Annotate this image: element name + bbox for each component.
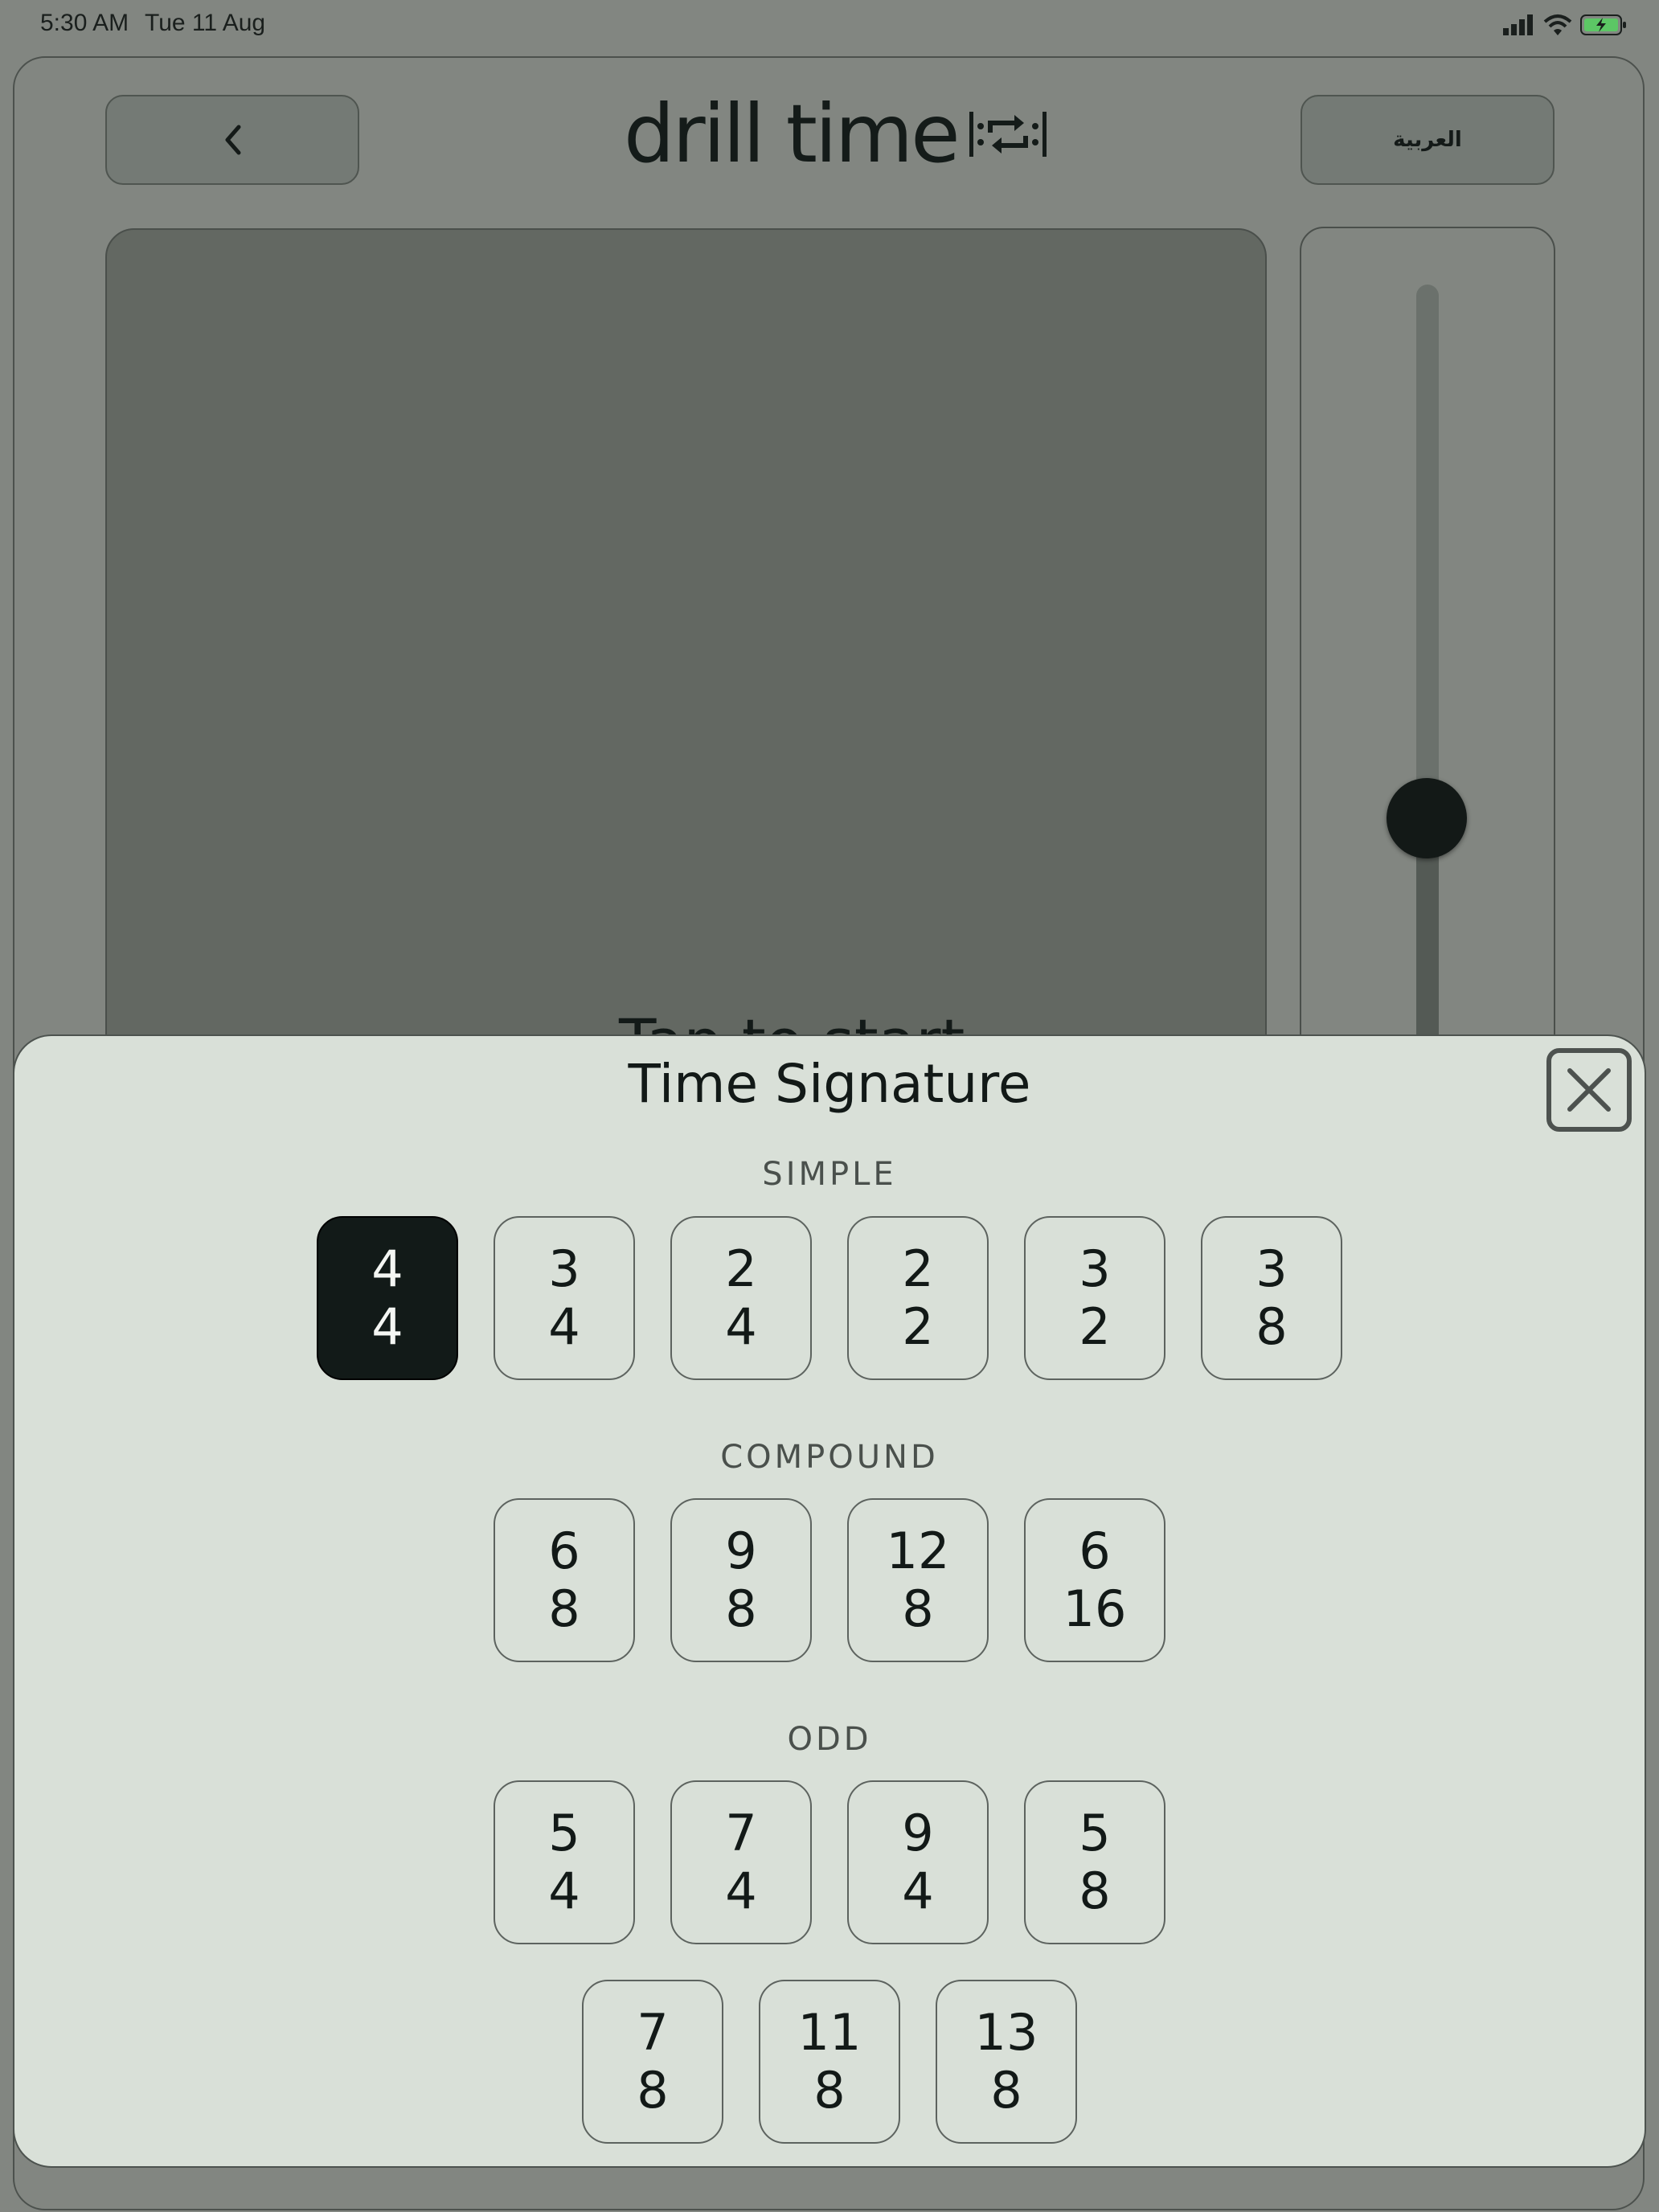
time-signature-11-8-button[interactable]: 11 8 <box>759 1980 900 2144</box>
time-signature-13-8-button[interactable]: 13 8 <box>936 1980 1077 2144</box>
denominator: 8 <box>548 1579 580 1638</box>
denominator: 4 <box>725 1862 757 1920</box>
section-label-simple: SIMPLE <box>762 1156 897 1193</box>
numerator: 3 <box>1079 1239 1111 1298</box>
denominator: 8 <box>990 2061 1022 2120</box>
repeat-bar-icon <box>969 112 1047 157</box>
time-signature-6-8-button[interactable]: 68 <box>494 1498 635 1662</box>
numerator: 7 <box>637 2003 669 2062</box>
denominator: 8 <box>1079 1862 1111 1920</box>
denominator: 4 <box>725 1297 757 1356</box>
numerator: 3 <box>1256 1239 1288 1298</box>
back-button[interactable] <box>105 95 359 185</box>
section-label-odd: ODD <box>787 1721 872 1758</box>
time-signature-3-8-button[interactable]: 38 <box>1201 1216 1342 1380</box>
time-signature-2-2-button[interactable]: 22 <box>847 1216 989 1380</box>
denominator: 16 <box>1063 1579 1127 1638</box>
denominator: 4 <box>548 1297 580 1356</box>
numerator: 6 <box>1079 1522 1111 1580</box>
cellular-signal-icon <box>1503 14 1533 35</box>
time-signature-3-2-button[interactable]: 32 <box>1024 1216 1165 1380</box>
numerator: 2 <box>725 1239 757 1298</box>
time-signature-12-8-button[interactable]: 12 8 <box>847 1498 989 1662</box>
tempo-slider-track-filled[interactable] <box>1416 844 1439 1045</box>
status-date: Tue 11 Aug <box>145 10 266 36</box>
numerator: 13 <box>974 2003 1038 2062</box>
close-button[interactable] <box>1546 1048 1632 1132</box>
time-signature-5-4-button[interactable]: 54 <box>494 1780 635 1944</box>
status-time: 5:30 AM <box>40 10 129 36</box>
language-button[interactable]: العربية <box>1301 95 1555 185</box>
numerator: 7 <box>725 1804 757 1862</box>
time-signature-4-4-button[interactable]: 44 <box>317 1216 458 1380</box>
numerator: 3 <box>548 1239 580 1298</box>
numerator: 5 <box>1079 1804 1111 1862</box>
denominator: 8 <box>902 1579 934 1638</box>
time-signature-6-16-button[interactable]: 6 16 <box>1024 1498 1165 1662</box>
numerator: 9 <box>725 1522 757 1580</box>
denominator: 8 <box>1256 1297 1288 1356</box>
tempo-slider-track[interactable] <box>1416 285 1439 823</box>
time-signature-9-4-button[interactable]: 94 <box>847 1780 989 1944</box>
time-signature-3-4-button[interactable]: 34 <box>494 1216 635 1380</box>
time-signature-2-4-button[interactable]: 24 <box>670 1216 812 1380</box>
app-logo: drill time <box>624 90 1048 178</box>
numerator: 2 <box>902 1239 934 1298</box>
status-bar: 5:30 AM Tue 11 Aug <box>0 0 1659 51</box>
time-signature-7-8-button[interactable]: 78 <box>582 1980 723 2144</box>
denominator: 2 <box>1079 1297 1111 1356</box>
close-icon <box>1567 1068 1611 1112</box>
wifi-icon <box>1543 14 1572 35</box>
numerator: 5 <box>548 1804 580 1862</box>
denominator: 8 <box>637 2061 669 2120</box>
denominator: 4 <box>371 1297 403 1356</box>
tempo-slider-knob[interactable] <box>1387 778 1467 858</box>
denominator: 8 <box>725 1579 757 1638</box>
numerator: 6 <box>548 1522 580 1580</box>
time-signature-5-8-button[interactable]: 58 <box>1024 1780 1165 1944</box>
time-signature-7-4-button[interactable]: 74 <box>670 1780 812 1944</box>
time-signature-9-8-button[interactable]: 98 <box>670 1498 812 1662</box>
denominator: 4 <box>902 1862 934 1920</box>
numerator: 4 <box>371 1239 403 1298</box>
battery-charging-icon <box>1580 14 1626 35</box>
denominator: 4 <box>548 1862 580 1920</box>
numerator: 9 <box>902 1804 934 1862</box>
section-label-compound: COMPOUND <box>720 1439 939 1476</box>
sheet-title: Time Signature <box>628 1053 1031 1115</box>
status-icons <box>1503 13 1627 37</box>
numerator: 11 <box>797 2003 862 2062</box>
chevron-left-icon <box>225 125 241 155</box>
numerator: 12 <box>886 1522 950 1580</box>
denominator: 2 <box>902 1297 934 1356</box>
denominator: 8 <box>813 2061 846 2120</box>
logo-text: drill time <box>624 87 961 181</box>
